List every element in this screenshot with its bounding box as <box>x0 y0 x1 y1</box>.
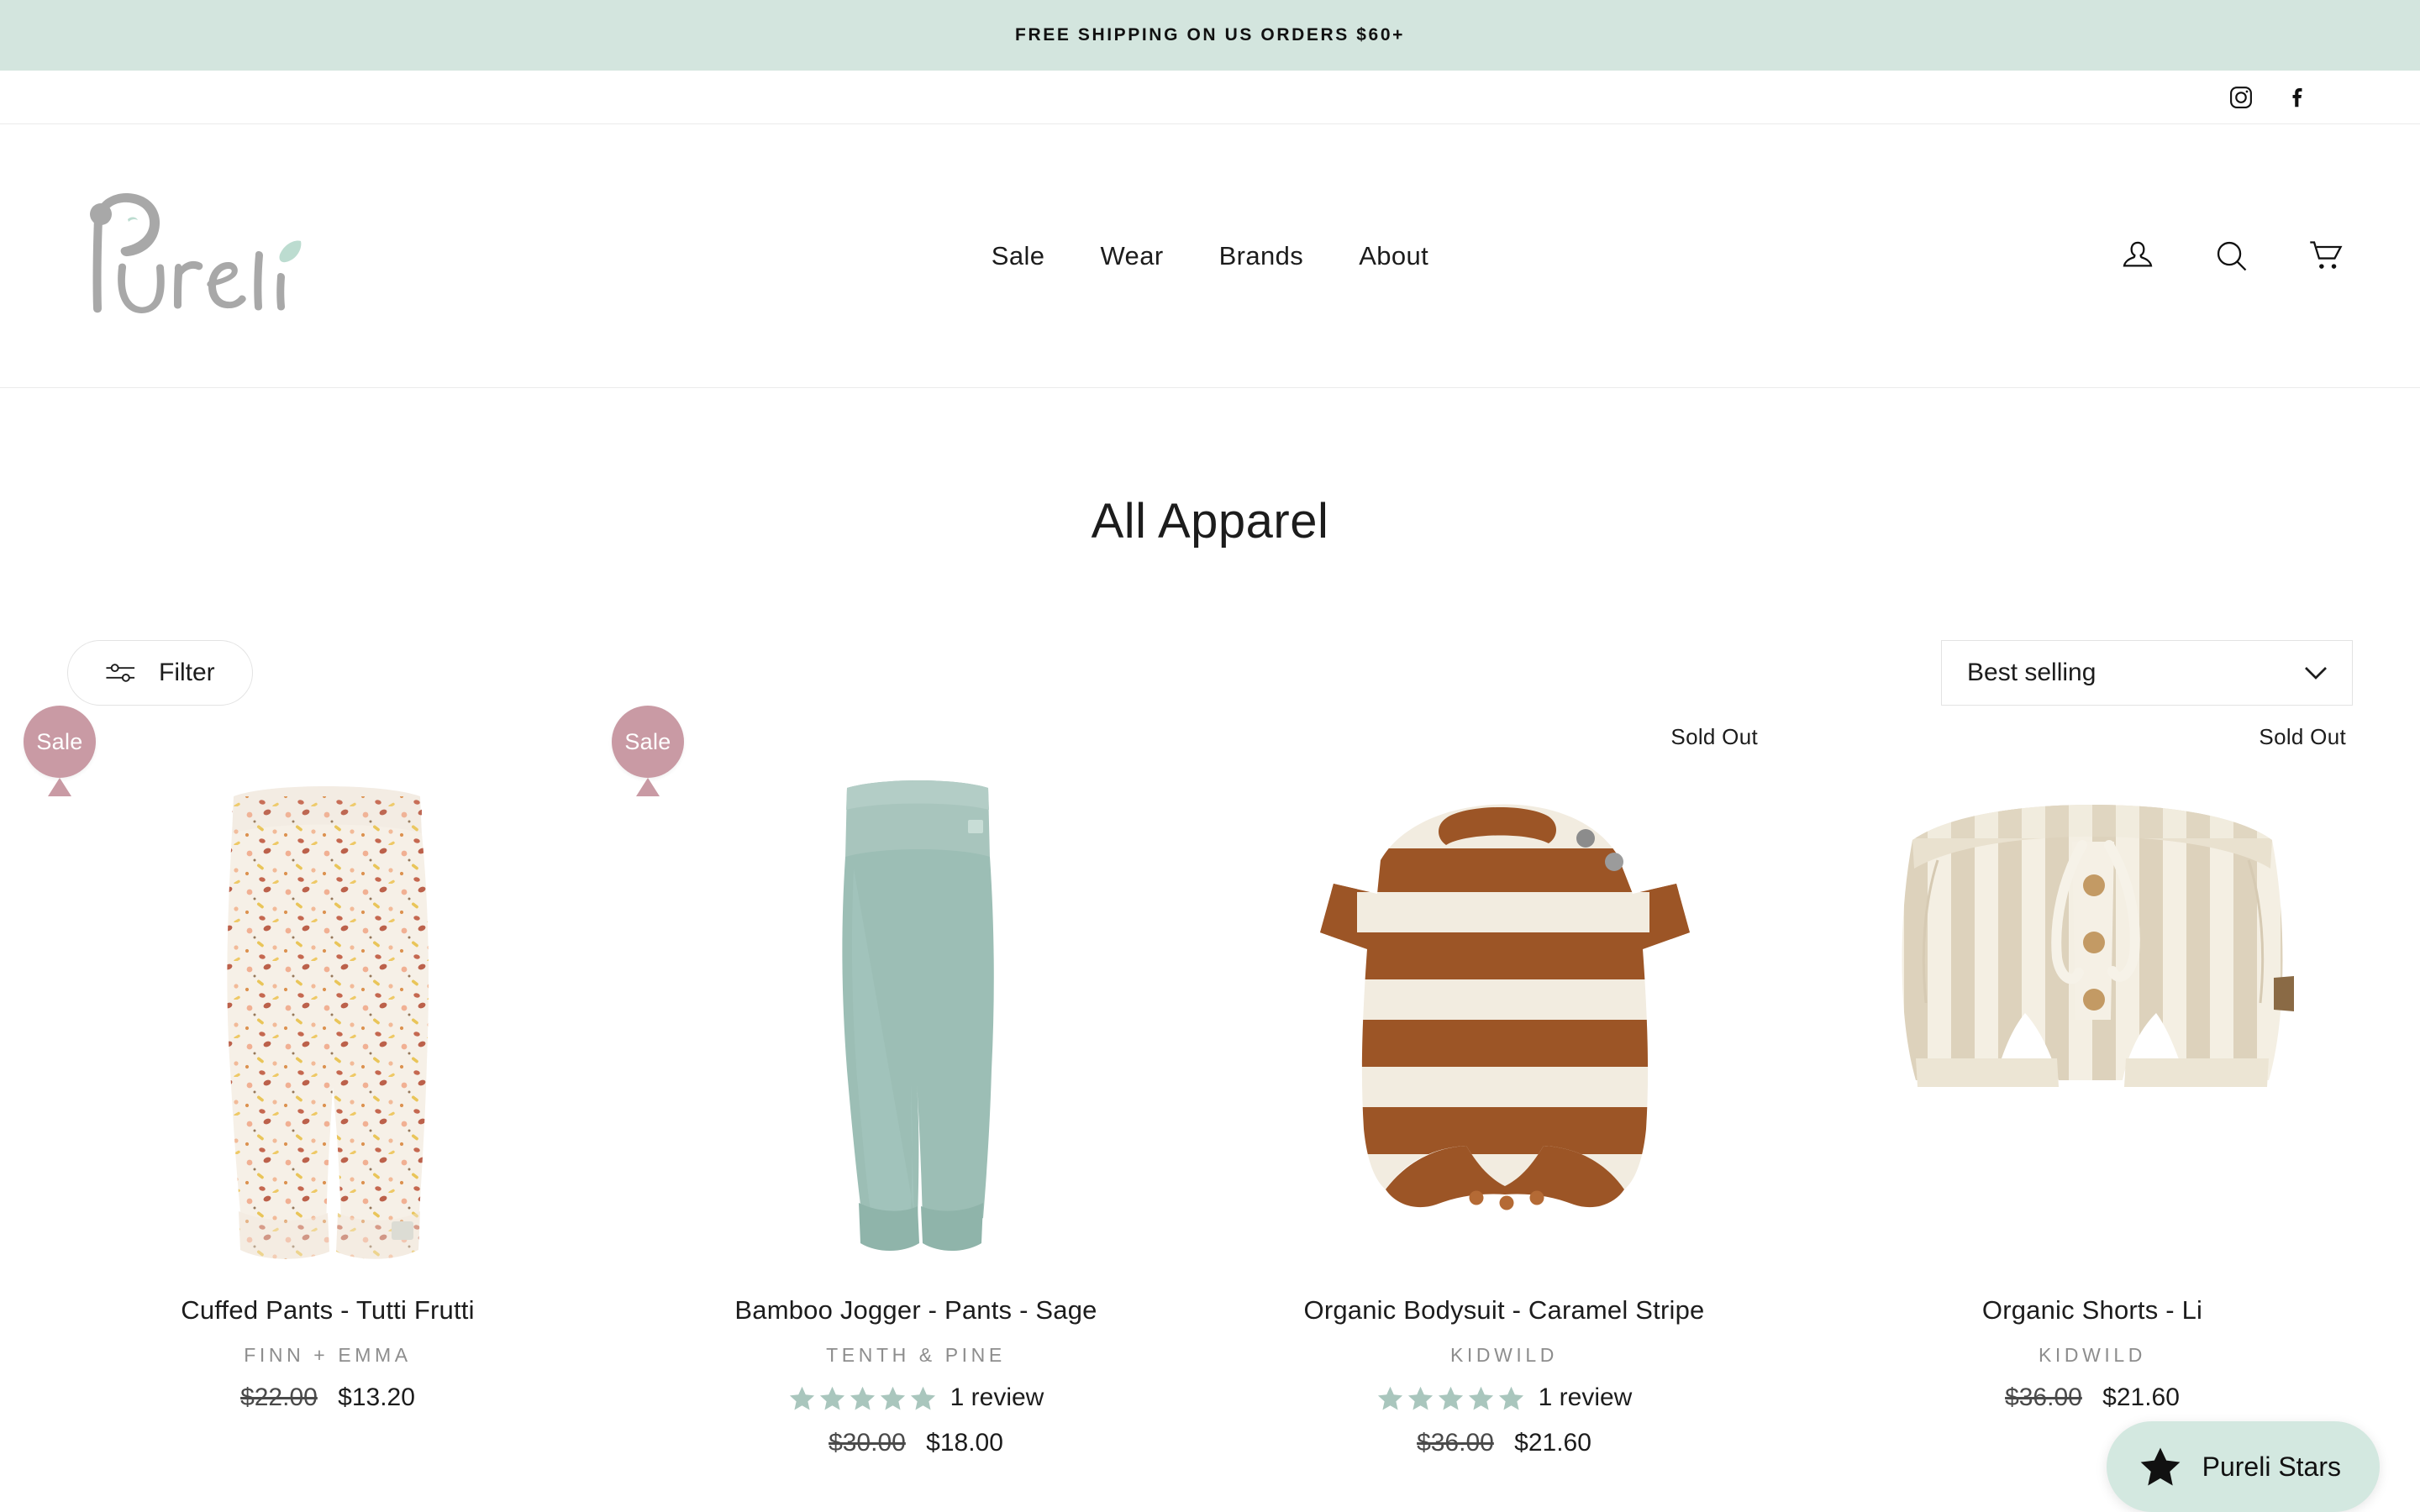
product-info: Cuffed Pants - Tutti Frutti FINN + EMMA … <box>59 1295 597 1412</box>
price-sale: $21.60 <box>2102 1383 2180 1411</box>
header-icons <box>2119 238 2344 275</box>
announcement-bar: FREE SHIPPING ON US ORDERS $60+ <box>0 0 2420 71</box>
product-card[interactable]: Sale Bamboo Jogger - Pants - Sage TENTH … <box>612 706 1210 1457</box>
price-compare: $36.00 <box>2005 1383 2082 1411</box>
rating-stars <box>1376 1384 1525 1412</box>
filter-button[interactable]: Filter <box>67 640 253 706</box>
product-info: Organic Shorts - Li KIDWILD $36.00 $21.6… <box>1823 1295 2361 1412</box>
price-compare: $36.00 <box>1417 1429 1494 1457</box>
product-price: $30.00 $18.00 <box>647 1429 1185 1457</box>
collection-toolbar: Filter Best selling <box>0 640 2420 706</box>
product-card-top <box>59 724 597 759</box>
product-info: Organic Bodysuit - Caramel Stripe KIDWIL… <box>1235 1295 1773 1457</box>
nav-item-about[interactable]: About <box>1354 236 1434 276</box>
sort-by-select[interactable]: Best selling <box>1941 640 2353 706</box>
product-image[interactable] <box>59 759 597 1280</box>
product-price: $22.00 $13.20 <box>59 1383 597 1412</box>
product-vendor: KIDWILD <box>1449 1344 1559 1366</box>
product-info: Bamboo Jogger - Pants - Sage TENTH & PIN… <box>647 1295 1185 1457</box>
price-sale: $21.60 <box>1514 1429 1591 1457</box>
product-image[interactable] <box>1235 759 1773 1280</box>
price-sale: $13.20 <box>338 1383 415 1411</box>
announcement-text: FREE SHIPPING ON US ORDERS $60+ <box>1015 25 1405 45</box>
nav-item-sale[interactable]: Sale <box>986 236 1050 276</box>
instagram-icon[interactable] <box>2228 85 2254 110</box>
filter-sliders-icon <box>105 660 137 685</box>
page-title: All Apparel <box>1091 494 1329 549</box>
review-count: 1 review <box>1538 1383 1633 1411</box>
rating-stars <box>788 1384 937 1412</box>
price-compare: $30.00 <box>829 1429 906 1457</box>
product-price: $36.00 $21.60 <box>1823 1383 2361 1412</box>
product-card[interactable]: Sale Cuffed Pants - Tutti Frutti FINN + … <box>24 706 622 1457</box>
main-navigation: Sale Wear Brands About <box>0 124 2420 387</box>
product-card-top: Sold Out <box>1235 724 1773 759</box>
product-card-top: Sold Out <box>1823 724 2361 759</box>
product-rating[interactable]: 1 review <box>1235 1383 1773 1412</box>
rewards-widget[interactable]: Pureli Stars <box>2106 1421 2380 1512</box>
product-vendor: FINN + EMMA <box>244 1344 412 1366</box>
product-card-top <box>647 724 1185 759</box>
product-vendor: TENTH & PINE <box>826 1344 1006 1366</box>
cart-icon[interactable] <box>2307 238 2344 275</box>
star-icon <box>2139 1445 2182 1488</box>
sort-by-value: Best selling <box>1967 659 2096 686</box>
product-vendor: KIDWILD <box>2038 1344 2147 1366</box>
product-grid: Sale Cuffed Pants - Tutti Frutti FINN + … <box>0 706 2420 1457</box>
price-compare: $22.00 <box>240 1383 318 1411</box>
product-card[interactable]: Sold Out <box>1798 724 2386 1457</box>
sold-out-label: Sold Out <box>2259 724 2346 749</box>
product-price: $36.00 $21.60 <box>1235 1429 1773 1457</box>
site-logo[interactable] <box>76 182 353 329</box>
nav-item-brands[interactable]: Brands <box>1214 236 1309 276</box>
price-sale: $18.00 <box>926 1429 1003 1457</box>
chevron-down-icon <box>2303 665 2328 680</box>
account-icon[interactable] <box>2119 238 2156 275</box>
facebook-icon[interactable] <box>2286 85 2311 110</box>
product-image[interactable] <box>1823 759 2361 1280</box>
product-card[interactable]: Sold Out <box>1210 724 1798 1457</box>
product-title[interactable]: Organic Shorts - Li <box>1823 1295 2361 1326</box>
social-bar <box>0 71 2420 124</box>
filter-button-label: Filter <box>159 659 215 686</box>
rewards-widget-label: Pureli Stars <box>2202 1451 2341 1482</box>
sold-out-label: Sold Out <box>1670 724 1758 749</box>
product-image[interactable] <box>647 759 1185 1280</box>
product-title[interactable]: Cuffed Pants - Tutti Frutti <box>59 1295 597 1326</box>
search-icon[interactable] <box>2213 238 2250 275</box>
product-title[interactable]: Bamboo Jogger - Pants - Sage <box>647 1295 1185 1326</box>
pureli-logo-mark <box>90 192 302 313</box>
nav-item-wear[interactable]: Wear <box>1095 236 1168 276</box>
review-count: 1 review <box>950 1383 1044 1411</box>
site-header: Sale Wear Brands About <box>0 124 2420 388</box>
product-rating[interactable]: 1 review <box>647 1383 1185 1412</box>
product-title[interactable]: Organic Bodysuit - Caramel Stripe <box>1235 1295 1773 1326</box>
